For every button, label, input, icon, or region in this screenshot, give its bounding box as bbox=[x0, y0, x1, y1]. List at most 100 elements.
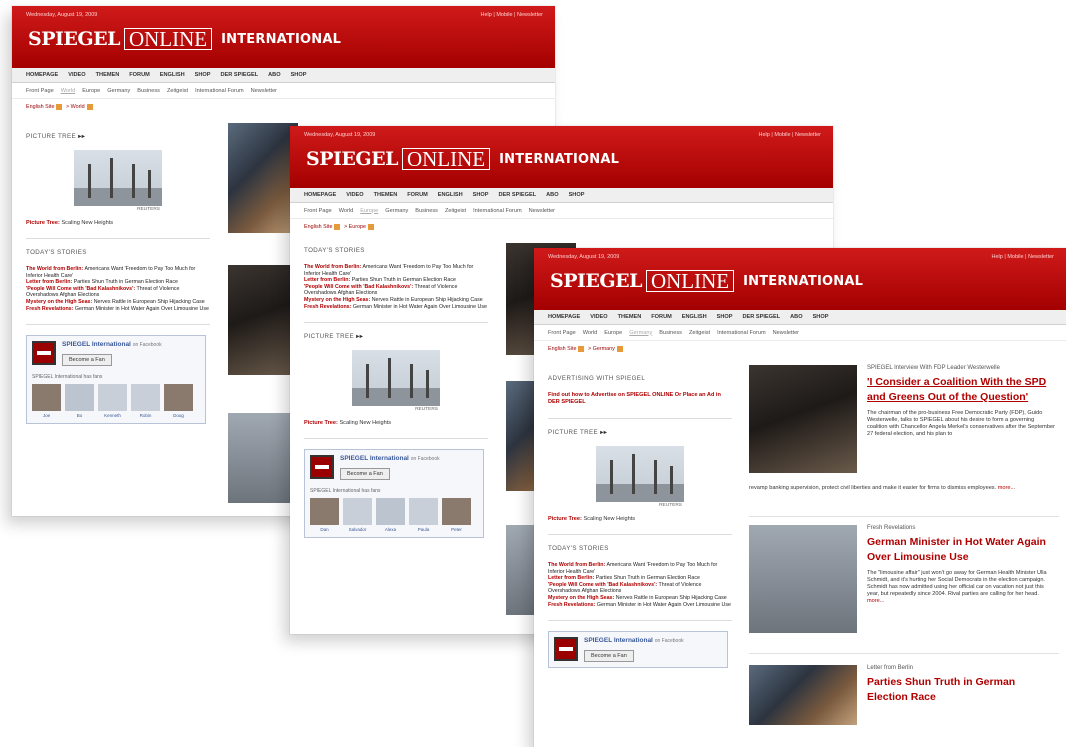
breadcrumb-home[interactable]: English Site bbox=[26, 104, 54, 110]
nav-item[interactable]: ENGLISH bbox=[160, 72, 185, 78]
become-a-fan-button[interactable]: Become a Fan bbox=[340, 468, 390, 481]
subnav-item-current[interactable]: Europe bbox=[360, 208, 378, 214]
story-link[interactable]: Mystery on the High Seas: Nerves Rattle … bbox=[26, 299, 210, 306]
nav-item[interactable]: VIDEO bbox=[68, 72, 85, 78]
nav-item[interactable]: HOMEPAGE bbox=[26, 72, 58, 78]
picture-tree-link[interactable]: Picture Tree: Scaling New Heights bbox=[304, 420, 488, 426]
nav-item[interactable]: FORUM bbox=[651, 314, 672, 320]
nav-item[interactable]: DER SPIEGEL bbox=[221, 72, 259, 78]
fb-page-name[interactable]: SPIEGEL International on Facebook bbox=[584, 637, 684, 644]
breadcrumb-home[interactable]: English Site bbox=[548, 346, 576, 352]
subnav-item[interactable]: Business bbox=[659, 330, 682, 336]
fan-avatar[interactable]: Alexa bbox=[376, 498, 405, 532]
picture-tree-thumbnail[interactable] bbox=[352, 350, 440, 407]
story-link[interactable]: 'People Will Come with 'Bad Kalashnikovs… bbox=[304, 284, 488, 297]
nav-item[interactable]: HOMEPAGE bbox=[548, 314, 580, 320]
nav-item[interactable]: HOMEPAGE bbox=[304, 192, 336, 198]
subnav-item[interactable]: Zeitgeist bbox=[689, 330, 710, 336]
subnav-item[interactable]: Zeitgeist bbox=[167, 88, 188, 94]
article-photo[interactable] bbox=[749, 665, 857, 725]
subnav-item[interactable]: Front Page bbox=[304, 208, 332, 214]
nav-item[interactable]: ENGLISH bbox=[438, 192, 463, 198]
picture-tree-link[interactable]: Picture Tree: Scaling New Heights bbox=[26, 220, 210, 226]
subnav-item-current[interactable]: Germany bbox=[629, 330, 652, 336]
breadcrumb-home[interactable]: English Site bbox=[304, 224, 332, 230]
story-link[interactable]: Mystery on the High Seas: Nerves Rattle … bbox=[304, 297, 488, 304]
nav-item[interactable]: DER SPIEGEL bbox=[499, 192, 537, 198]
picture-tree-thumbnail[interactable] bbox=[74, 150, 162, 206]
nav-item[interactable]: ABO bbox=[268, 72, 280, 78]
article-headline[interactable]: German Minister in Hot Water Again Over … bbox=[867, 535, 1055, 565]
fb-page-name[interactable]: SPIEGEL International on Facebook bbox=[62, 341, 162, 348]
rss-icon[interactable] bbox=[578, 346, 585, 352]
subnav-item[interactable]: Germany bbox=[385, 208, 408, 214]
fan-avatar[interactable]: Robin bbox=[131, 384, 160, 418]
nav-item[interactable]: VIDEO bbox=[346, 192, 363, 198]
subnav-item[interactable]: Newsletter bbox=[529, 208, 555, 214]
nav-item[interactable]: DER SPIEGEL bbox=[743, 314, 781, 320]
nav-item[interactable]: VIDEO bbox=[590, 314, 607, 320]
header-links[interactable]: Help | Mobile | Newsletter bbox=[481, 12, 543, 18]
subnav-item[interactable]: Europe bbox=[82, 88, 100, 94]
fan-avatar[interactable]: Dan bbox=[310, 498, 339, 532]
subnav-item[interactable]: International Forum bbox=[473, 208, 522, 214]
subnav-item[interactable]: Zeitgeist bbox=[445, 208, 466, 214]
picture-tree-thumbnail[interactable] bbox=[596, 446, 684, 502]
story-link[interactable]: Mystery on the High Seas: Nerves Rattle … bbox=[548, 595, 732, 602]
story-link[interactable]: Letter from Berlin: Parties Shun Truth i… bbox=[304, 277, 488, 284]
spiegel-fb-logo[interactable] bbox=[32, 341, 56, 366]
subnav-item[interactable]: World bbox=[339, 208, 354, 214]
nav-item[interactable]: SHOP bbox=[291, 72, 307, 78]
become-a-fan-button[interactable]: Become a Fan bbox=[62, 354, 112, 367]
rss-icon[interactable] bbox=[334, 224, 341, 230]
subnav-item[interactable]: Business bbox=[137, 88, 160, 94]
spiegel-fb-logo[interactable] bbox=[310, 455, 334, 480]
nav-item[interactable]: SHOP bbox=[569, 192, 585, 198]
article-photo[interactable] bbox=[228, 123, 298, 233]
subnav-item[interactable]: Front Page bbox=[548, 330, 576, 336]
story-link[interactable]: Letter from Berlin: Parties Shun Truth i… bbox=[26, 279, 210, 286]
spiegel-online-logo[interactable]: SPIEGEL ONLINE INTERNATIONAL bbox=[26, 27, 341, 51]
breadcrumb-section[interactable]: Germany bbox=[593, 346, 615, 352]
fan-avatar[interactable]: Joe bbox=[32, 384, 61, 418]
fan-avatar[interactable]: Paula bbox=[409, 498, 438, 532]
nav-item[interactable]: SHOP bbox=[717, 314, 733, 320]
article-photo[interactable] bbox=[749, 525, 857, 633]
nav-item[interactable]: FORUM bbox=[129, 72, 150, 78]
header-links[interactable]: Help | Mobile | Newsletter bbox=[759, 132, 821, 138]
story-link[interactable]: The World from Berlin: Americans Want 'F… bbox=[26, 266, 210, 279]
advertising-link[interactable]: Find out how to Advertise on SPIEGEL ONL… bbox=[548, 392, 732, 406]
more-link[interactable]: more... bbox=[867, 598, 884, 604]
subnav-item-current[interactable]: World bbox=[61, 88, 76, 94]
subnav-item[interactable]: Germany bbox=[107, 88, 130, 94]
story-link[interactable]: Fresh Revelations: German Minister in Ho… bbox=[304, 304, 488, 311]
nav-item[interactable]: SHOP bbox=[813, 314, 829, 320]
subnav-item[interactable]: International Forum bbox=[195, 88, 244, 94]
story-link[interactable]: The World from Berlin: Americans Want 'F… bbox=[304, 264, 488, 277]
subnav-item[interactable]: International Forum bbox=[717, 330, 766, 336]
nav-item[interactable]: FORUM bbox=[407, 192, 428, 198]
article-headline[interactable]: 'I Consider a Coalition With the SPD and… bbox=[867, 375, 1055, 405]
fan-avatar[interactable]: Salvador bbox=[343, 498, 372, 532]
fan-avatar[interactable]: Kenneth bbox=[98, 384, 127, 418]
article-photo[interactable] bbox=[228, 413, 298, 503]
story-link[interactable]: 'People Will Come with 'Bad Kalashnikovs… bbox=[26, 286, 210, 299]
rss-icon[interactable] bbox=[368, 224, 375, 230]
article-photo[interactable] bbox=[228, 265, 298, 375]
article-photo[interactable] bbox=[749, 365, 857, 473]
nav-item[interactable]: THEMEN bbox=[374, 192, 398, 198]
subnav-item[interactable]: Europe bbox=[604, 330, 622, 336]
article-headline[interactable]: Parties Shun Truth in German Election Ra… bbox=[867, 675, 1055, 705]
nav-item[interactable]: THEMEN bbox=[618, 314, 642, 320]
double-arrow-icon[interactable]: ▸▸ bbox=[356, 333, 363, 340]
rss-icon[interactable] bbox=[56, 104, 63, 110]
nav-item[interactable]: SHOP bbox=[195, 72, 211, 78]
subnav-item[interactable]: World bbox=[583, 330, 598, 336]
breadcrumb-section[interactable]: World bbox=[71, 104, 85, 110]
fan-avatar[interactable]: Peter bbox=[442, 498, 471, 532]
breadcrumb-section[interactable]: Europe bbox=[349, 224, 366, 230]
subnav-item[interactable]: Newsletter bbox=[773, 330, 799, 336]
header-links[interactable]: Help | Mobile | Newsletter bbox=[992, 254, 1054, 260]
nav-item[interactable]: ENGLISH bbox=[682, 314, 707, 320]
nav-item[interactable]: THEMEN bbox=[96, 72, 120, 78]
